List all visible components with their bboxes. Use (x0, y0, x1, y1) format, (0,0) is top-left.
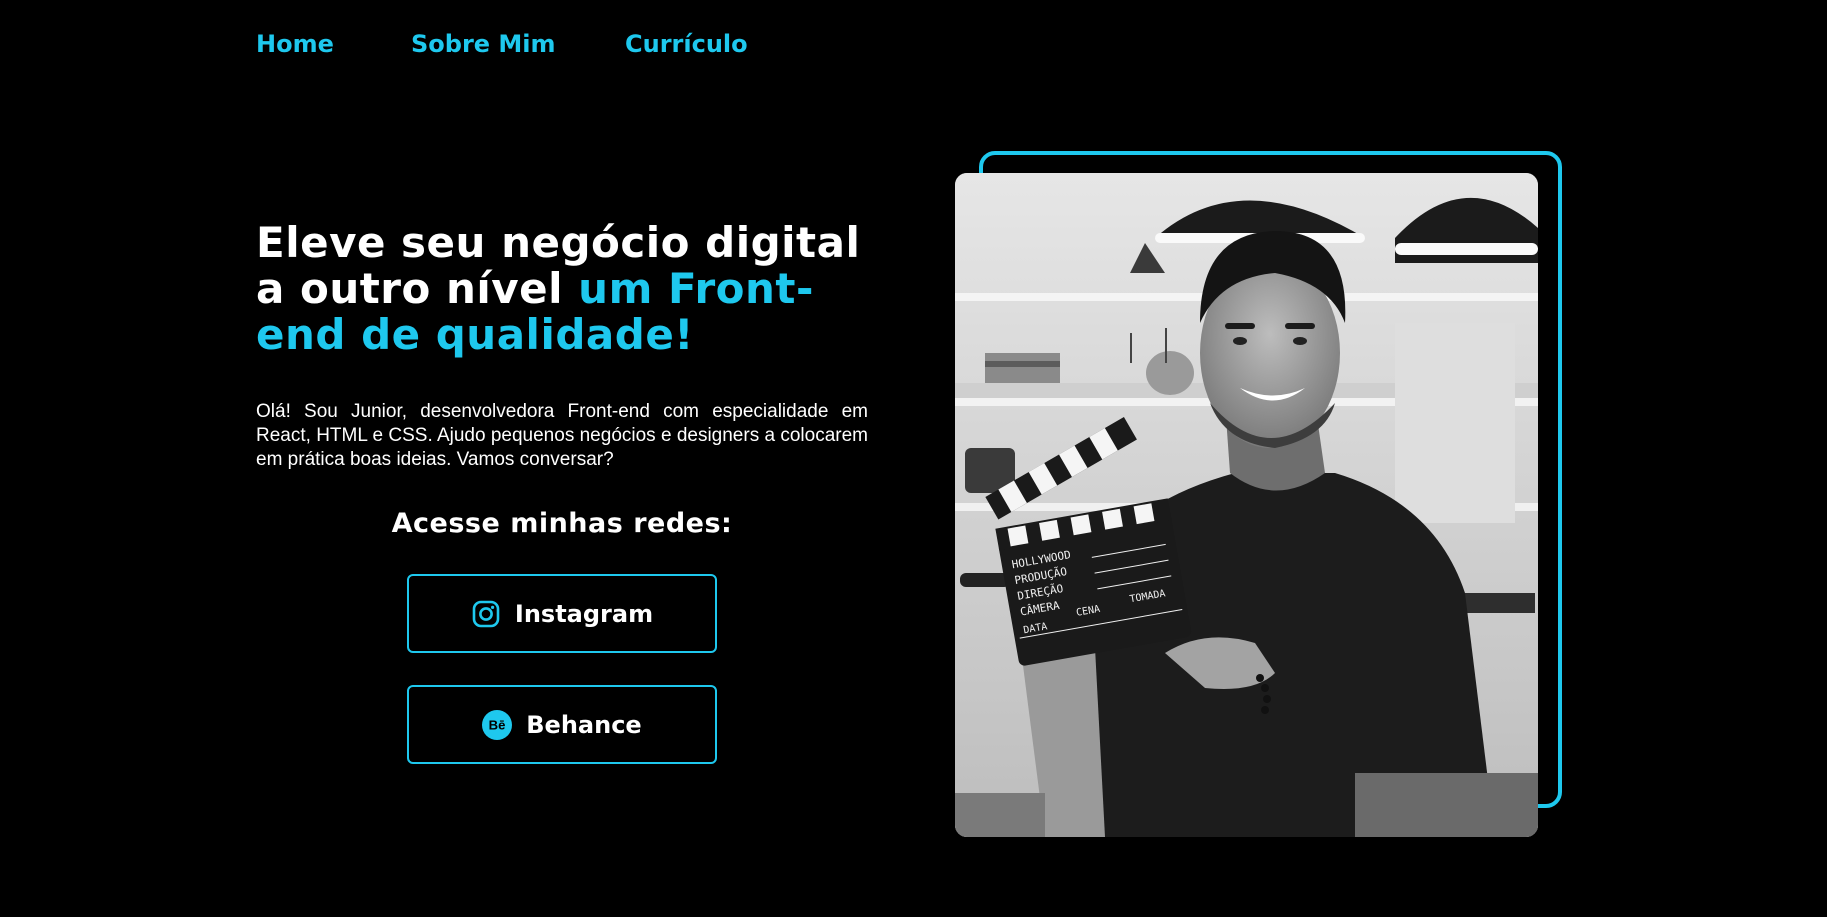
instagram-label: Instagram (514, 599, 654, 628)
top-nav: Home Sobre Mim Currículo (256, 28, 748, 60)
behance-button[interactable]: Bē Behance (407, 685, 717, 764)
profile-photo: HOLLYWOOD PRODUÇÃO DIREÇÃO CÂMERA DATA C… (955, 173, 1538, 837)
instagram-icon (471, 599, 501, 629)
nav-curriculo-link[interactable]: Currículo (625, 28, 748, 60)
instagram-button[interactable]: Instagram (407, 574, 717, 653)
networks-title: Acesse minhas redes: (391, 508, 733, 539)
nav-home-link[interactable]: Home (256, 28, 411, 60)
nav-sobre-mim-link[interactable]: Sobre Mim (411, 28, 625, 60)
behance-label: Behance (526, 710, 642, 739)
page: Home Sobre Mim Currículo Eleve seu negóc… (0, 0, 1827, 917)
hero-description: Olá! Sou Junior, desenvolvedora Front-en… (256, 401, 868, 470)
hero-title: Eleve seu negócio digital a outro nível … (256, 220, 896, 358)
behance-icon: Bē (482, 709, 513, 740)
behance-icon-text: Bē (489, 717, 506, 732)
